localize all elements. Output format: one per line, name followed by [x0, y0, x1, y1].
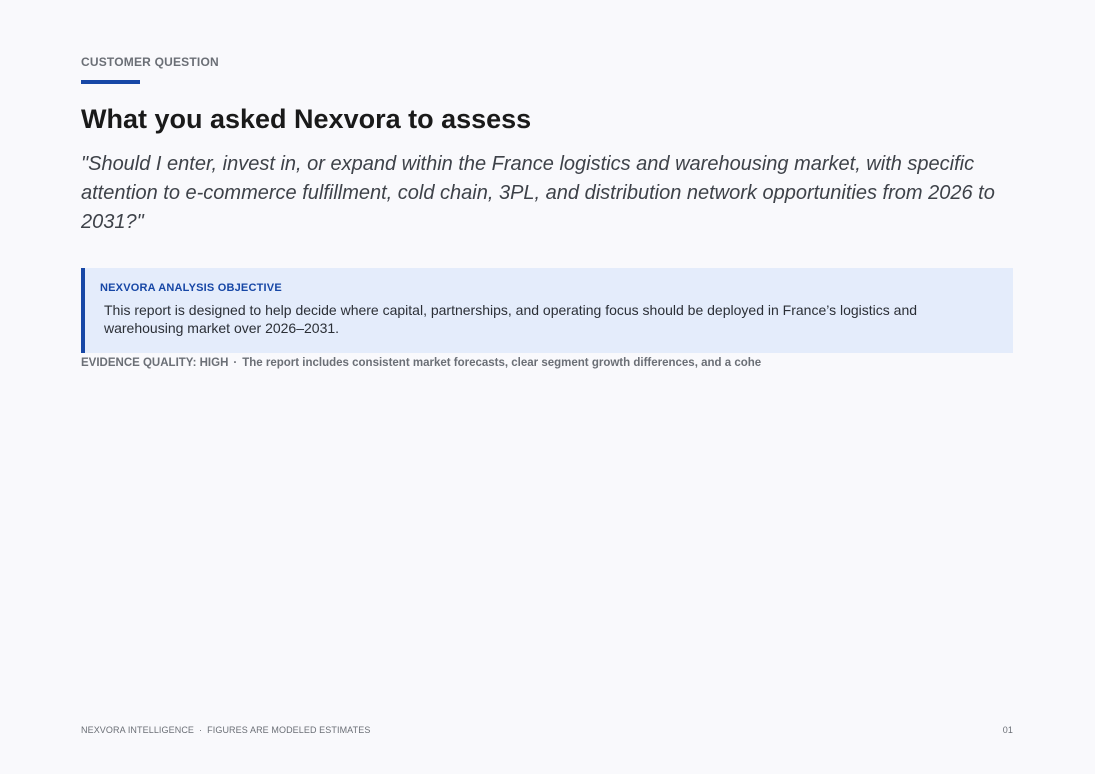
evidence-quality-text: The report includes consistent market fo… — [242, 357, 762, 369]
accent-rule — [81, 80, 140, 84]
page-number: 01 — [1002, 725, 1013, 735]
page-footer: NEXVORA INTELLIGENCE · FIGURES ARE MODELED… — [81, 725, 1013, 735]
objective-text: This report is designed to help decide w… — [104, 302, 918, 336]
page-title: What you asked Nexvora to assess — [81, 104, 532, 134]
customer-question: "Should I enter, invest in, or expand wi… — [81, 153, 995, 233]
report-page: CUSTOMER QUESTION What you asked Nexvora… — [81, 0, 1013, 774]
evidence-quality: EVIDENCE QUALITY: HIGH · The report includ… — [81, 357, 1013, 369]
objective-callout: NEXVORA ANALYSIS OBJECTIVE This report i… — [81, 268, 1013, 353]
section-label: CUSTOMER QUESTION — [81, 55, 219, 69]
footer-note: FIGURES ARE MODELED ESTIMATES — [207, 725, 371, 735]
footer-brand: NEXVORA INTELLIGENCE — [81, 725, 195, 735]
evidence-quality-label: EVIDENCE QUALITY: HIGH — [81, 357, 229, 369]
objective-label: NEXVORA ANALYSIS OBJECTIVE — [100, 282, 282, 294]
evidence-separator: · — [233, 357, 238, 369]
footer-separator: · — [199, 725, 203, 735]
